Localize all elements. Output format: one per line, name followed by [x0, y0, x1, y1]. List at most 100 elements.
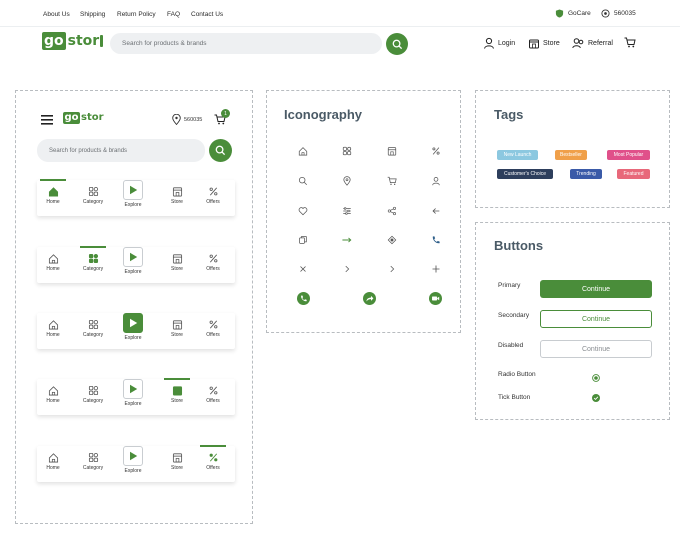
buttons-title: Buttons	[494, 238, 544, 253]
nav-item-category[interactable]: Category	[75, 319, 111, 338]
nav-item-home[interactable]: Home	[35, 452, 71, 471]
play-icon	[129, 318, 137, 328]
faq-link[interactable]: FAQ	[167, 11, 180, 18]
nav-item-label: Explore	[124, 335, 142, 341]
nav-item-explore[interactable]: Explore	[115, 247, 151, 275]
nav-item-label: Explore	[124, 202, 142, 208]
nav-item-label: Category	[82, 332, 104, 338]
hamburger-menu-icon[interactable]	[41, 115, 53, 125]
icon-cell	[429, 262, 443, 276]
icon-cell	[385, 262, 399, 276]
nav-item-label: Store	[171, 465, 183, 471]
tick-button[interactable]	[592, 394, 600, 402]
nav-item-category[interactable]: Category	[75, 186, 111, 205]
nav-item-store[interactable]: Store	[159, 319, 195, 338]
bottom-nav-bar: Home Category Explore Store Offers	[37, 313, 235, 349]
nav-item-category[interactable]: Category	[75, 452, 111, 471]
filter-icon	[343, 207, 351, 215]
shield-icon	[555, 9, 564, 18]
store-icon	[172, 254, 182, 264]
gocare-label: GoCare	[568, 10, 591, 17]
nav-item-home[interactable]: Home	[35, 319, 71, 338]
secondary-continue-button[interactable]: Continue	[540, 310, 652, 328]
nav-item-category[interactable]: Category	[75, 246, 111, 272]
mobile-search-button[interactable]	[209, 139, 232, 162]
gostor-logo[interactable]: go stor	[42, 32, 104, 50]
login-link[interactable]: Login	[483, 37, 515, 49]
nav-item-home[interactable]: Home	[35, 179, 71, 205]
cart-icon	[624, 37, 636, 48]
search-button[interactable]	[386, 33, 408, 55]
icon-cell	[340, 262, 354, 276]
nav-item-home[interactable]: Home	[35, 385, 71, 404]
return-policy-link[interactable]: Return Policy	[117, 11, 156, 18]
mobile-search-input[interactable]: Search for products & brands	[37, 139, 205, 162]
nav-item-store[interactable]: Store	[159, 253, 195, 272]
nav-item-category[interactable]: Category	[75, 385, 111, 404]
gocare-link[interactable]: GoCare	[555, 9, 591, 18]
store-label: Store	[543, 39, 560, 47]
offers-icon	[209, 453, 217, 462]
icon-cell	[362, 291, 376, 305]
nav-item-store[interactable]: Store	[159, 186, 195, 205]
copy-icon	[299, 236, 307, 244]
store-icon	[172, 453, 182, 463]
mobile-pincode[interactable]: 560035	[172, 114, 202, 125]
store-icon	[387, 147, 397, 156]
nav-item-offers[interactable]: Offers	[195, 385, 231, 404]
nav-item-offers[interactable]: Offers	[195, 253, 231, 272]
about-us-link[interactable]: About Us	[43, 11, 70, 18]
store-link[interactable]: Store	[528, 37, 560, 49]
nav-item-home[interactable]: Home	[35, 253, 71, 272]
store-icon	[529, 39, 539, 49]
user-icon	[432, 177, 440, 186]
offers-icon	[209, 386, 217, 395]
nav-item-store[interactable]: Store	[159, 378, 195, 404]
explore-box	[123, 313, 143, 333]
primary-label: Primary	[498, 282, 521, 289]
icon-cell	[296, 291, 310, 305]
nav-item-label: Store	[171, 199, 183, 205]
mobile-cart-button[interactable]: 1	[214, 109, 230, 125]
icon-cell	[429, 144, 443, 158]
shipping-link[interactable]: Shipping	[80, 11, 105, 18]
cart-button[interactable]	[624, 37, 636, 48]
pincode-selector[interactable]: 560035	[601, 9, 636, 18]
radio-button-label: Radio Button	[498, 371, 536, 378]
primary-continue-button[interactable]: Continue	[540, 280, 652, 298]
location-icon	[601, 9, 610, 18]
icon-cell	[385, 233, 399, 247]
contact-us-link[interactable]: Contact Us	[191, 11, 223, 18]
icon-cell	[340, 174, 354, 188]
search-input[interactable]: Search for products & brands	[110, 33, 382, 54]
nav-item-offers[interactable]: Offers	[195, 319, 231, 338]
icon-cell	[385, 204, 399, 218]
nav-item-label: Home	[46, 398, 60, 404]
icon-cell	[429, 204, 443, 218]
logo-accent	[100, 35, 104, 47]
nav-item-explore[interactable]: Explore	[115, 180, 151, 208]
icon-cell	[296, 233, 310, 247]
home-icon	[48, 453, 58, 463]
nav-item-label: Explore	[124, 468, 142, 474]
arrow-left-icon	[432, 208, 440, 214]
home-icon	[48, 254, 58, 264]
nav-item-explore[interactable]: Explore	[115, 313, 151, 341]
heart-icon	[298, 207, 308, 216]
icon-cell	[296, 174, 310, 188]
category-icon	[88, 319, 98, 330]
nav-item-label: Category	[82, 266, 104, 272]
referral-link[interactable]: Referral	[572, 37, 613, 49]
radio-button[interactable]	[592, 374, 600, 382]
nav-item-offers[interactable]: Offers	[195, 186, 231, 205]
nav-item-store[interactable]: Store	[159, 452, 195, 471]
close-icon	[300, 266, 306, 272]
nav-item-offers[interactable]: Offers	[195, 445, 231, 471]
active-tab-indicator	[40, 179, 66, 181]
home-icon	[298, 147, 308, 156]
play-icon	[129, 384, 137, 394]
nav-item-explore[interactable]: Explore	[115, 446, 151, 474]
nav-item-explore[interactable]: Explore	[115, 379, 151, 407]
cart-count-badge: 1	[221, 109, 230, 118]
mobile-logo[interactable]: go stor	[63, 112, 104, 124]
